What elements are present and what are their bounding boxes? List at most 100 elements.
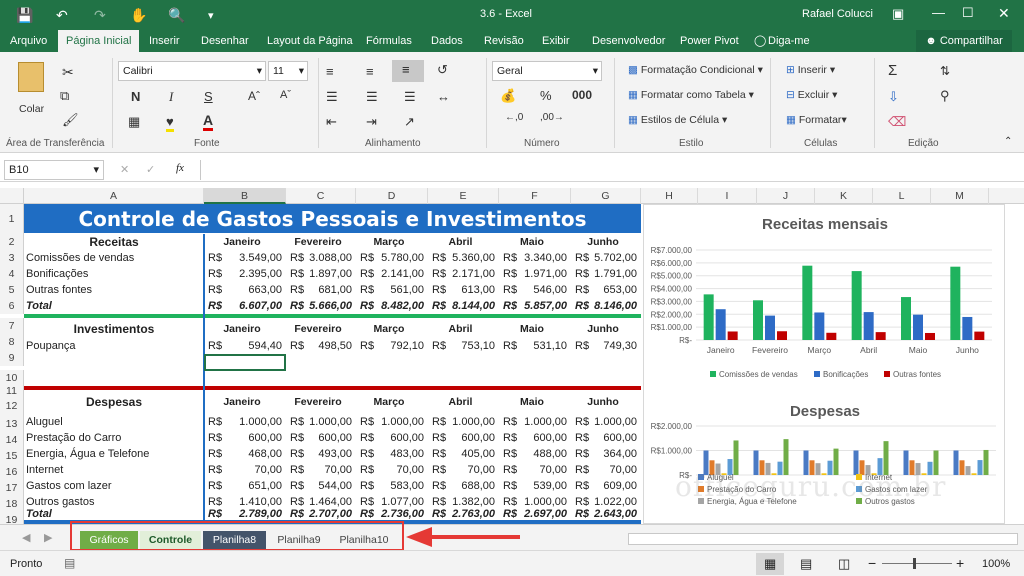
share-button[interactable]: ☻ Compartilhar xyxy=(916,30,1012,52)
currency-symbol[interactable]: R$ xyxy=(360,506,374,522)
decrease-indent-icon[interactable]: ⇤ xyxy=(326,114,337,130)
despesas-chart[interactable]: DespesasR$2.000,00R$1.000,00R$- AluguelPr… xyxy=(644,390,1006,524)
currency-symbol[interactable]: R$ xyxy=(208,506,222,522)
receitas-row-value[interactable]: 653,00 xyxy=(589,282,637,298)
despesas-row-value[interactable]: 1.000,00 xyxy=(222,414,282,430)
currency-symbol[interactable]: R$ xyxy=(503,282,517,298)
row-header[interactable]: 5 xyxy=(0,282,24,298)
receitas-row-value[interactable]: 681,00 xyxy=(304,282,352,298)
row-header[interactable]: 9 xyxy=(0,350,24,366)
despesas-row-value[interactable]: 600,00 xyxy=(222,430,282,446)
month-header[interactable]: Maio xyxy=(499,321,565,337)
receitas-row-value[interactable]: 2.141,00 xyxy=(374,266,424,282)
tab-arquivo[interactable]: Arquivo xyxy=(10,30,47,52)
despesas-row-value[interactable]: 70,00 xyxy=(589,462,637,478)
increase-indent-icon[interactable]: ⇥ xyxy=(366,114,377,130)
print-preview-icon[interactable]: 🔍 xyxy=(168,7,185,24)
currency-symbol[interactable]: R$ xyxy=(290,430,304,446)
currency-symbol[interactable]: R$ xyxy=(575,266,589,282)
format-table-button[interactable]: ▦ Formatar como Tabela ▾ xyxy=(628,89,754,101)
format-painter-icon[interactable]: 🖌 xyxy=(62,112,79,128)
currency-symbol[interactable]: R$ xyxy=(290,266,304,282)
despesas-row-label[interactable]: Internet xyxy=(26,462,202,478)
currency-symbol[interactable]: R$ xyxy=(503,462,517,478)
investimentos-row-value[interactable]: 753,10 xyxy=(446,338,495,354)
currency-symbol[interactable]: R$ xyxy=(503,266,517,282)
align-center-icon[interactable]: ☰ xyxy=(366,89,378,105)
receitas-row-value[interactable]: 561,00 xyxy=(374,282,424,298)
month-header[interactable]: Junho xyxy=(571,234,635,250)
receitas-row-value[interactable]: 1.971,00 xyxy=(517,266,567,282)
align-right-icon[interactable]: ☰ xyxy=(404,89,416,105)
clear-icon[interactable]: ⌫ xyxy=(888,114,906,130)
row-header[interactable]: 19 xyxy=(0,512,24,524)
investimentos-row-value[interactable]: 594,40 xyxy=(222,338,282,354)
tab-power-pivot[interactable]: Power Pivot xyxy=(680,30,739,52)
row-header[interactable]: 18 xyxy=(0,496,24,512)
currency-symbol[interactable]: R$ xyxy=(290,462,304,478)
currency-symbol[interactable]: R$ xyxy=(575,298,589,314)
decrease-decimal-icon[interactable]: ,00→ xyxy=(540,112,564,123)
despesas-row-value[interactable]: 600,00 xyxy=(304,430,352,446)
currency-symbol[interactable]: R$ xyxy=(360,462,374,478)
receitas-row-value[interactable]: 663,00 xyxy=(222,282,282,298)
currency-symbol[interactable]: R$ xyxy=(503,338,517,354)
delete-cells-button[interactable]: ⊟ Excluir ▾ xyxy=(786,89,837,101)
touch-mode-icon[interactable]: ✋ xyxy=(130,7,147,24)
currency-symbol[interactable]: R$ xyxy=(575,462,589,478)
investimentos-row-value[interactable]: 792,10 xyxy=(374,338,424,354)
fill-icon[interactable]: ⇩ xyxy=(888,89,899,105)
currency-symbol[interactable]: R$ xyxy=(503,298,517,314)
currency-symbol[interactable]: R$ xyxy=(290,298,304,314)
receitas-total-value[interactable]: 8.146,00 xyxy=(589,298,637,314)
despesas-row-value[interactable]: 488,00 xyxy=(517,446,567,462)
row-header[interactable]: 10 xyxy=(0,370,24,386)
despesas-row-value[interactable]: 1.000,00 xyxy=(446,414,495,430)
month-header[interactable]: Fevereiro xyxy=(286,321,350,337)
currency-symbol[interactable]: R$ xyxy=(432,462,446,478)
prev-sheet-icon[interactable]: ◀ xyxy=(22,531,30,544)
currency-symbol[interactable]: R$ xyxy=(208,298,222,314)
tab-pagina-inicial[interactable]: Página Inicial xyxy=(58,30,140,52)
currency-symbol[interactable]: R$ xyxy=(360,250,374,266)
currency-symbol[interactable]: R$ xyxy=(432,414,446,430)
currency-symbol[interactable]: R$ xyxy=(503,430,517,446)
receitas-total-value[interactable]: 5.857,00 xyxy=(517,298,567,314)
currency-symbol[interactable]: R$ xyxy=(432,338,446,354)
tab-dados[interactable]: Dados xyxy=(431,30,463,52)
name-box[interactable]: B10 ▾ xyxy=(4,160,104,180)
currency-symbol[interactable]: R$ xyxy=(503,506,517,522)
autosum-icon[interactable]: Σ xyxy=(888,62,897,79)
conditional-format-button[interactable]: ▩ Formatação Condicional ▾ xyxy=(628,64,763,76)
customize-qat-icon[interactable]: ▾ xyxy=(208,9,214,22)
italic-button[interactable]: I xyxy=(169,89,173,105)
month-header[interactable]: Junho xyxy=(571,321,635,337)
month-header[interactable]: Abril xyxy=(428,234,493,250)
row-header[interactable]: 8 xyxy=(0,334,24,350)
column-header[interactable]: I xyxy=(698,188,757,204)
currency-symbol[interactable]: R$ xyxy=(208,266,222,282)
currency-symbol[interactable]: R$ xyxy=(432,266,446,282)
column-header[interactable]: G xyxy=(571,188,641,204)
despesas-row-value[interactable]: 483,00 xyxy=(374,446,424,462)
row-header[interactable]: 7 xyxy=(0,318,24,334)
column-header[interactable]: H xyxy=(641,188,698,204)
month-header[interactable]: Março xyxy=(356,321,422,337)
currency-symbol[interactable]: R$ xyxy=(432,478,446,494)
tab-layout[interactable]: Layout da Página xyxy=(267,30,353,52)
despesas-total-value[interactable]: 2.697,00 xyxy=(517,506,567,522)
currency-symbol[interactable]: R$ xyxy=(290,446,304,462)
despesas-row-value[interactable]: 405,00 xyxy=(446,446,495,462)
number-format-combo[interactable]: Geral ▾ xyxy=(492,61,602,81)
row-header[interactable]: 17 xyxy=(0,480,24,496)
despesas-row-value[interactable]: 600,00 xyxy=(446,430,495,446)
column-header[interactable]: J xyxy=(757,188,815,204)
tab-revisao[interactable]: Revisão xyxy=(484,30,524,52)
find-select-icon[interactable]: ⚲ xyxy=(940,88,950,104)
receitas-row-value[interactable]: 3.340,00 xyxy=(517,250,567,266)
currency-symbol[interactable]: R$ xyxy=(503,446,517,462)
despesas-total-value[interactable]: 2.736,00 xyxy=(374,506,424,522)
currency-symbol[interactable]: R$ xyxy=(208,462,222,478)
currency-symbol[interactable]: R$ xyxy=(432,430,446,446)
month-header[interactable]: Fevereiro xyxy=(286,394,350,410)
